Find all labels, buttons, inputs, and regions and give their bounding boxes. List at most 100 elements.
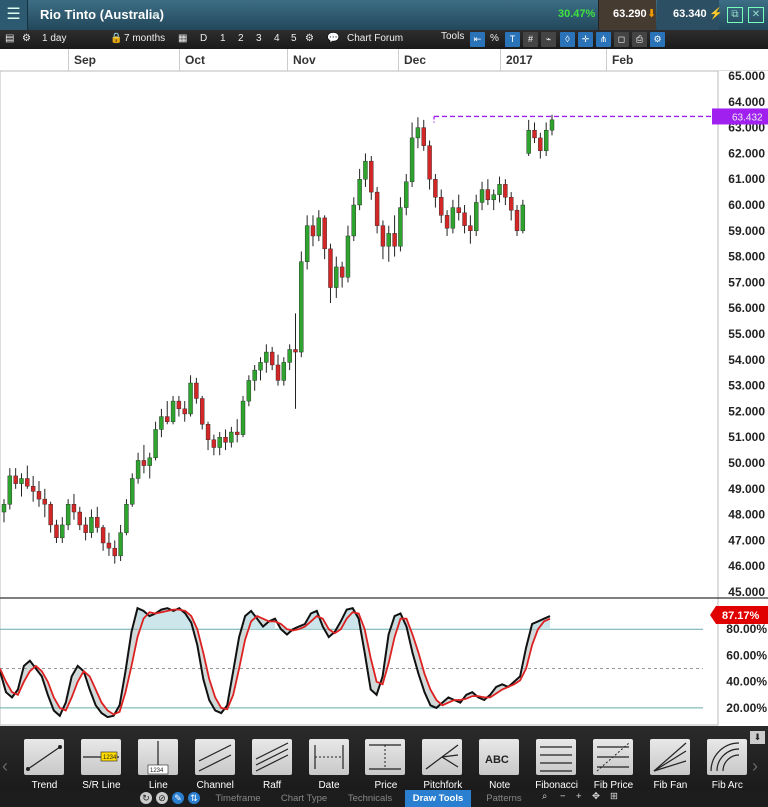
candle-body [392,233,397,247]
stoch-axis-label: 60.00% [726,648,767,662]
period-4[interactable]: 4 [274,33,280,44]
chart-toolbar: ▤ ⚙ 1 day 🔒 7 months ▦ D 1 2 3 4 5 ⚙ 💬 C… [0,30,768,49]
candle-body [95,516,100,528]
chart-forum-link[interactable]: Chart Forum [347,33,403,44]
candle-body [433,178,438,198]
price-axis-label: 61.000 [728,172,765,186]
scroll-left-icon[interactable]: ‹ [2,756,8,777]
candle-body [427,145,432,180]
candle-body [135,460,141,479]
gear-icon[interactable]: ⚙ [305,33,314,44]
candle-body [1,504,7,513]
draw-tool-price[interactable]: Price [357,736,414,798]
period-1[interactable]: 1 [220,33,226,44]
draw-tool-fib-fan[interactable]: Fib Fan [642,736,699,798]
stoch-axis-label: 80.00% [726,622,767,636]
magnet-icon[interactable]: ⌁ [541,32,556,47]
change-percent: 30.47% [558,8,596,20]
candle-body [421,127,426,146]
price-axis-label: 56.000 [728,301,765,315]
zoom-in-icon[interactable]: + [576,791,582,802]
draw-tool-raff[interactable]: Raff [244,736,301,798]
draw-tool-s-r-line[interactable]: 1234 S/R Line [73,736,130,798]
eraser-icon[interactable]: ◻ [614,32,629,47]
price-range-icon [365,739,406,775]
candle-body [42,498,48,505]
grid-icon[interactable]: # [523,32,538,47]
crosshair-toggle-icon[interactable]: ⇤ [470,32,485,47]
detach-window-icon[interactable]: ⧉ [727,7,743,23]
interval-selector[interactable]: 1 day [42,33,66,44]
candle-body [532,129,537,139]
stoch-axis-label: 20.00% [726,701,767,715]
candle-body [200,398,205,425]
candle-body [485,189,491,201]
draw-tool-fib-arc[interactable]: Fib Arc [699,736,756,798]
percent-toggle[interactable]: % [490,33,499,44]
text-tool-icon[interactable]: T [505,32,520,47]
settings-icon[interactable]: ⚙ [650,32,665,47]
candle-body [287,349,292,363]
candle-body [194,382,199,399]
draw-tool-pitchfork[interactable]: Pitchfork [414,736,471,798]
candle-body [71,504,77,513]
candle-body [549,119,555,131]
marker-icon[interactable]: ◊ [560,32,575,47]
cancel-icon[interactable]: ⊘ [156,792,168,804]
draw-tool-note[interactable]: ABC Note [471,736,528,798]
period-3[interactable]: 3 [256,33,262,44]
pitchfork-icon [422,739,463,775]
draw-tool-channel[interactable]: Channel [187,736,244,798]
draw-tool-date[interactable]: Date [301,736,358,798]
tab-timeframe[interactable]: Timeframe [205,790,271,807]
list-icon[interactable]: ▤ [5,33,14,44]
print-icon[interactable]: ⎙ [632,32,647,47]
crosshair-icon[interactable]: ✛ [578,32,593,47]
draw-tool-trend[interactable]: Trend [16,736,73,798]
candle-body [415,127,421,139]
zoom-search-icon[interactable]: ⌕ [542,791,547,802]
pan-icon[interactable]: ✥ [592,791,600,802]
close-icon[interactable]: ✕ [748,7,764,23]
draw-tool-fibonacci[interactable]: Fibonacci [528,736,585,798]
tab-chart-type[interactable]: Chart Type [271,790,337,807]
period-2[interactable]: 2 [238,33,244,44]
pencil-icon[interactable]: ✎ [172,792,184,804]
calendar-icon[interactable]: ▦ [178,33,187,44]
draw-tool-fib-price[interactable]: Fib Price [585,736,642,798]
refresh-icon[interactable]: ↻ [140,792,152,804]
chart-area[interactable]: 65.000 64.000 63.000 62.000 61.000 60.000 59.0… [0,69,768,726]
range-selector[interactable]: 7 months [124,33,165,44]
candle-body [112,547,117,557]
zoom-out-icon[interactable]: − [560,791,566,802]
candle-body [293,349,298,353]
candle-body [444,215,450,229]
price-axis-label: 64.000 [728,95,765,109]
instrument-title[interactable]: Rio Tinto (Australia) [40,7,164,22]
draw-tool-line[interactable]: 1234 Line [130,736,187,798]
fit-icon[interactable]: ⊞ [610,791,618,802]
candle-body [54,524,59,539]
price-axis-label: 47.000 [728,533,765,547]
sell-price-button[interactable]: 63.290 ⬇ [598,0,656,30]
save-icon[interactable]: ⇅ [188,792,200,804]
candle-body [188,382,193,415]
buy-price-button[interactable]: 63.340 ⚡ [657,0,723,30]
drawing-tool-icon[interactable]: ⋔ [596,32,611,47]
period-5[interactable]: 5 [291,33,297,44]
tab-draw-tools[interactable]: Draw Tools [405,790,471,807]
candle-body [322,217,327,250]
price-axis-label: 60.000 [728,198,765,212]
gear-icon[interactable]: ⚙ [22,33,31,44]
candle-body [153,429,158,459]
date-range-icon [308,739,349,775]
price-chart[interactable]: 65.00064.00063.00062.00061.00060.00059.0… [0,69,768,726]
tab-technicals[interactable]: Technicals [337,790,403,807]
hamburger-icon[interactable]: ☰ [0,0,28,30]
candle-body [258,362,263,371]
price-axis-label: 45.000 [728,585,765,599]
period-d[interactable]: D [200,33,207,44]
search-icon[interactable]: ⌕ [152,6,159,22]
candle-body [369,160,374,193]
tab-patterns[interactable]: Patterns [471,790,537,807]
